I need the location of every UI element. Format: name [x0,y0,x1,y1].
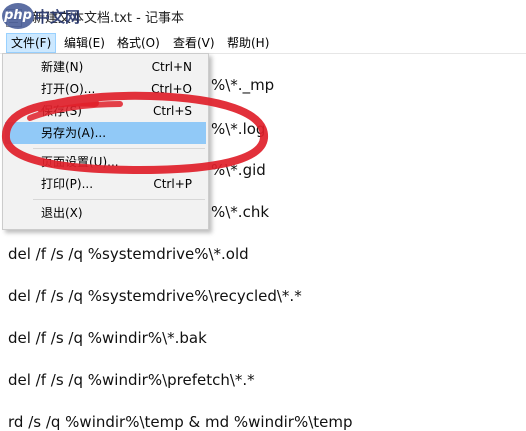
menu-item-shortcut: Ctrl+S [152,104,192,118]
menu-format[interactable]: 格式(O) [113,33,164,53]
menu-item-print[interactable]: 打印(P)... Ctrl+P [5,173,206,195]
menu-item-label: 打开(O)... [41,82,96,96]
menu-file[interactable]: 文件(F) [6,33,57,53]
menu-item-label: 页面设置(U)... [41,155,119,169]
editor-line: %\*._mp [211,76,275,94]
title-bar: 新建文本文档.txt - 记事本 php 中文网 [0,0,526,34]
editor-line: %\*.log [211,120,266,138]
editor-line: del /f /s /q %windir%\prefetch\*.* [8,371,255,389]
menu-item-shortcut: Ctrl+N [151,60,192,74]
menu-separator [33,148,205,149]
menu-item-label: 新建(N) [41,60,84,74]
watermark-text: 中文网 [35,7,81,26]
menu-item-exit[interactable]: 退出(X) [5,202,206,224]
menu-item-save[interactable]: 保存(S) Ctrl+S [5,100,206,122]
menu-item-new[interactable]: 新建(N) Ctrl+N [5,56,206,78]
editor-line: %\*.chk [211,203,270,221]
file-menu-dropdown: 新建(N) Ctrl+N 打开(O)... Ctrl+O 保存(S) Ctrl+… [2,53,209,230]
menu-item-shortcut: Ctrl+P [153,177,192,191]
editor-line: del /f /s /q %systemdrive%\recycled\*.* [8,287,302,305]
menu-view[interactable]: 查看(V) [169,33,219,53]
menu-item-label: 另存为(A)... [41,126,107,140]
php-cn-watermark: php 中文网 [2,2,80,30]
menu-item-save-as[interactable]: 另存为(A)... [5,122,206,144]
editor-line: del /f /s /q %windir%\*.bak [8,329,207,347]
editor-line: del /f /s /q %systemdrive%\*.old [8,245,249,263]
menu-item-page-setup[interactable]: 页面设置(U)... [5,151,206,173]
menu-item-label: 退出(X) [41,206,83,220]
editor-line: rd /s /q %windir%\temp & md %windir%\tem… [8,413,353,431]
menu-item-shortcut: Ctrl+O [151,82,192,96]
menu-item-label: 保存(S) [41,104,82,118]
menu-item-open[interactable]: 打开(O)... Ctrl+O [5,78,206,100]
menu-edit[interactable]: 编辑(E) [60,33,109,53]
menu-separator [33,199,205,200]
menu-bar: 文件(F) 编辑(E) 格式(O) 查看(V) 帮助(H) [0,33,526,54]
editor-line: %\*.gid [211,161,266,179]
watermark-logo: php [2,3,34,29]
menu-help[interactable]: 帮助(H) [223,33,273,53]
menu-item-label: 打印(P)... [41,177,94,191]
